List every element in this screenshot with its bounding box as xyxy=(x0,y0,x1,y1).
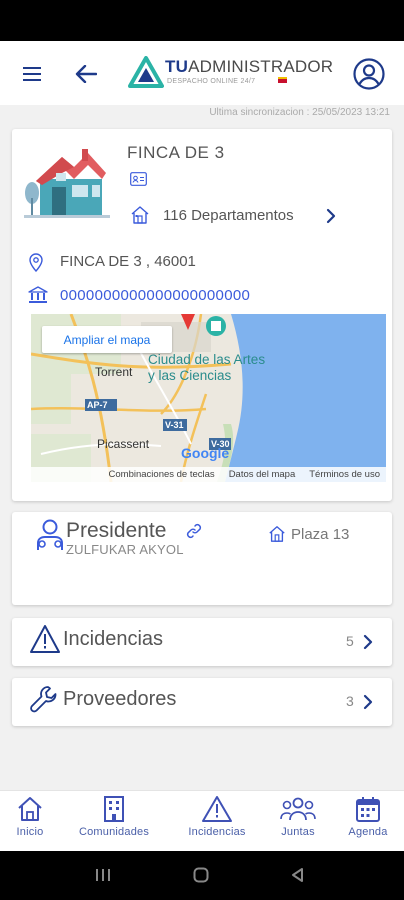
map-attribution: Combinaciones de teclas Datos del mapa T… xyxy=(31,467,386,482)
president-icon xyxy=(36,519,64,551)
map-label-city-line2: y las Ciencias xyxy=(148,368,232,383)
map-keyboard-shortcuts-link[interactable]: Combinaciones de teclas xyxy=(109,469,215,480)
warning-icon xyxy=(202,796,232,822)
home-button-icon[interactable] xyxy=(193,867,209,883)
map-terms-link[interactable]: Términos de uso xyxy=(309,469,380,480)
finca-iban: 0000000000000000000000 xyxy=(60,287,251,304)
nav-comunidades-label: Comunidades xyxy=(78,826,150,838)
proveedores-count: 3 xyxy=(346,693,354,709)
nav-incidencias[interactable]: Incidencias xyxy=(172,795,262,838)
nav-inicio-label: Inicio xyxy=(16,826,44,838)
nav-juntas-label: Juntas xyxy=(281,826,315,838)
user-circle-icon[interactable] xyxy=(352,57,386,91)
chevron-right-icon[interactable] xyxy=(360,632,376,652)
map-label-picassent: Picassent xyxy=(97,437,150,451)
status-bar xyxy=(0,0,404,41)
logo-icon xyxy=(128,56,164,88)
hamburger-menu-icon[interactable] xyxy=(18,60,46,88)
chevron-right-icon[interactable] xyxy=(360,692,376,712)
proveedores-label: Proveedores xyxy=(63,688,177,710)
warning-icon xyxy=(29,624,61,654)
nav-comunidades[interactable]: Comunidades xyxy=(69,795,159,838)
president-plaza: Plaza 13 xyxy=(291,526,350,543)
map-label-city: Ciudad de las Artes y las Ciencias xyxy=(148,352,265,384)
id-card-icon xyxy=(130,172,147,186)
arrow-left-icon[interactable] xyxy=(71,59,101,89)
users-icon xyxy=(280,797,316,821)
incidencias-count: 5 xyxy=(346,633,354,649)
nav-incidencias-label: Incidencias xyxy=(188,826,246,838)
map-data-link[interactable]: Datos del mapa xyxy=(229,469,296,480)
home-outline-icon xyxy=(130,205,150,225)
house-illustration-icon xyxy=(22,143,112,219)
last-sync-text: Ultima sincronizacion : 25/05/2023 13:21 xyxy=(209,107,390,118)
map-label-v31: V-31 xyxy=(165,420,184,430)
nav-agenda[interactable]: Agenda xyxy=(323,795,404,838)
incidencias-label: Incidencias xyxy=(63,628,164,650)
flag-icon xyxy=(278,77,287,83)
wrench-icon xyxy=(29,684,59,714)
bank-icon xyxy=(28,286,48,304)
map-label-torrent: Torrent xyxy=(95,365,133,379)
map-label-city-line1: Ciudad de las Artes xyxy=(148,352,266,367)
finca-name: FINCA DE 3 xyxy=(127,143,225,162)
location-pin-icon xyxy=(28,252,44,273)
google-logo: Google xyxy=(181,445,230,461)
home-icon xyxy=(18,797,42,821)
brand-rest: ADMINISTRADOR xyxy=(188,57,334,76)
brand-prefix: TU xyxy=(165,57,189,76)
departments-link[interactable]: 116 Departamentos xyxy=(163,207,294,224)
home-outline-icon xyxy=(268,525,286,543)
brand-title: TUADMINISTRADOR xyxy=(165,57,333,77)
president-title: Presidente xyxy=(66,519,167,542)
building-icon xyxy=(104,796,124,822)
link-icon[interactable] xyxy=(186,523,202,539)
enlarge-map-button[interactable]: Ampliar el mapa xyxy=(42,326,172,353)
chevron-right-icon[interactable] xyxy=(322,206,340,226)
back-button-icon[interactable] xyxy=(290,867,304,883)
finca-address: FINCA DE 3 , 46001 xyxy=(60,253,196,270)
brand-subtitle: DESPACHO ONLINE 24/7 xyxy=(167,78,256,85)
nav-agenda-label: Agenda xyxy=(348,826,388,838)
president-name: ZULFUKAR AKYOL xyxy=(66,542,184,557)
map-label-ap7: AP-7 xyxy=(87,400,108,410)
nav-inicio[interactable]: Inicio xyxy=(0,795,75,838)
calendar-icon xyxy=(356,797,380,822)
recent-apps-icon[interactable] xyxy=(95,868,111,882)
